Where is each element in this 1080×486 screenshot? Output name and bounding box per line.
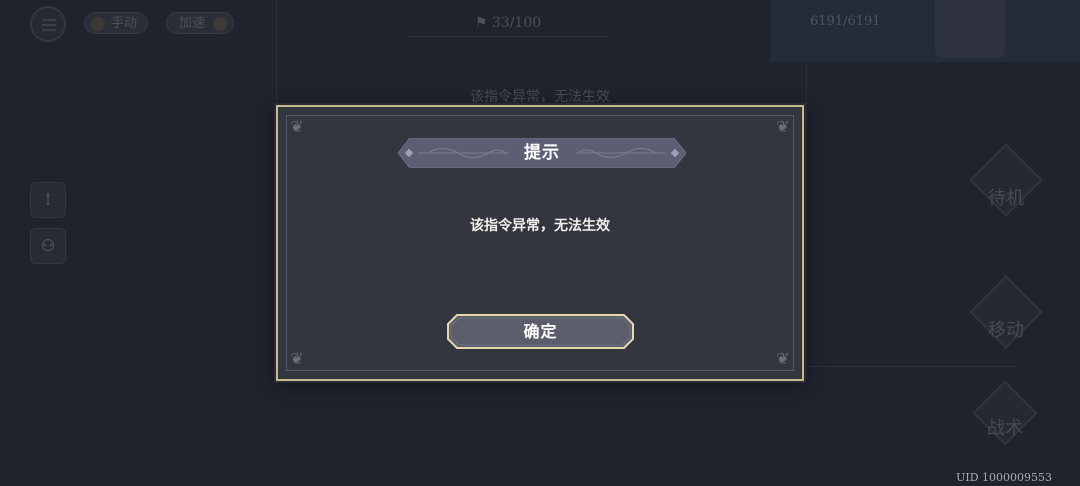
corner-ornament-icon: ❦ [290,349,304,368]
menu-button[interactable] [30,6,66,42]
corner-ornament-icon: ❦ [776,117,790,136]
bg-message: 该指令异常，无法生效 [470,89,610,105]
hp-value: 6191/6191 [810,14,881,29]
speed-icon [213,17,228,31]
alert-button[interactable]: ! [30,182,66,218]
manual-mode-toggle[interactable]: 手动 [84,12,149,34]
alert-icon: ! [44,190,52,209]
turn-counter: ⚑ 33/100 [408,10,608,37]
speed-toggle[interactable]: 加速 [166,12,235,34]
team-button[interactable]: ⚇ [30,228,66,264]
alert-dialog: ❦ ❦ ❦ ❦ 提示 该指令异常，无法生效 确定 [276,105,804,381]
standby-label: 待机 [988,188,1024,209]
confirm-button-label: 确定 [523,322,558,341]
dialog-title-banner: 提示 [398,138,686,168]
speed-label: 加速 [179,16,206,31]
confirm-button[interactable]: 确定 [447,314,634,349]
unit-portrait [935,0,1005,58]
divider [806,366,1018,367]
manual-mode-label: 手动 [111,16,138,31]
tactics-label: 战术 [987,418,1023,439]
team-icon: ⚇ [40,236,56,255]
user-id: UID 1000009553 [956,471,1052,484]
unit-status-bar: 6191/6191 [770,0,1080,62]
divider [276,0,277,105]
move-label: 移动 [988,320,1024,341]
corner-ornament-icon: ❦ [776,349,790,368]
corner-ornament-icon: ❦ [290,117,304,136]
manual-icon [91,17,105,31]
turn-counter-value: 33/100 [491,15,542,31]
divider [806,60,807,380]
dialog-title: 提示 [524,143,560,163]
flag-icon: ⚑ [474,15,492,31]
dialog-message: 该指令异常，无法生效 [470,218,610,234]
